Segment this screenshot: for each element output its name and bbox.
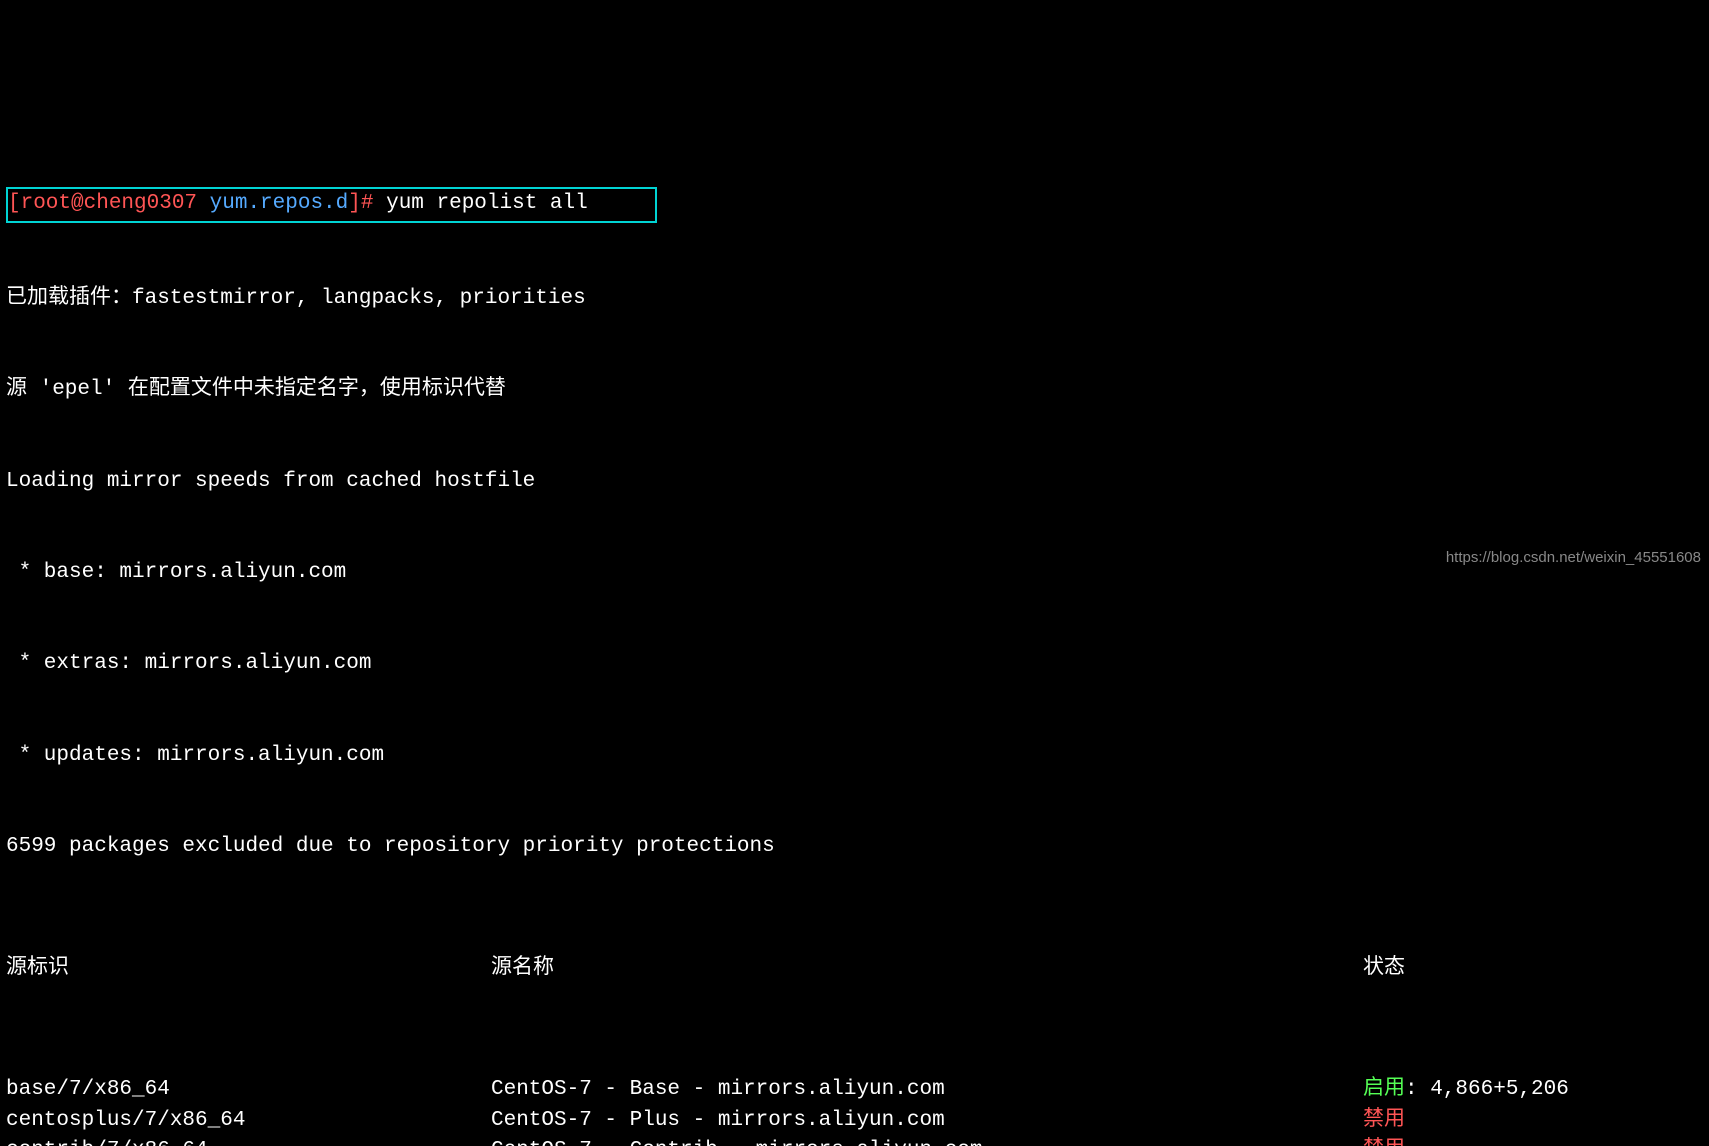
table-row: centosplus/7/x86_64CentOS-7 - Plus - mir… (6, 1106, 1703, 1136)
prompt-path: yum.repos.d (210, 192, 349, 215)
output-loading: Loading mirror speeds from cached hostfi… (6, 467, 1703, 497)
status-enabled-label: 启用 (1363, 1078, 1405, 1101)
repo-id: centosplus/7/x86_64 (6, 1106, 491, 1136)
status-disabled-label: 禁用 (1363, 1109, 1405, 1132)
output-mirror-updates: * updates: mirrors.aliyun.com (6, 741, 1703, 771)
prompt-symbol: # (361, 192, 374, 215)
command-highlight: [root@cheng0307 yum.repos.d]# yum repoli… (6, 187, 657, 223)
terminal-output: [root@cheng0307 yum.repos.d]# yum repoli… (6, 126, 1703, 1146)
prompt-bracket: ] (348, 192, 361, 215)
watermark: https://blog.csdn.net/weixin_45551608 (1446, 547, 1701, 569)
repo-status: 禁用 (1363, 1136, 1703, 1146)
output-epel-warning: 源 'epel' 在配置文件中未指定名字，使用标识代替 (6, 375, 1703, 405)
prompt-user-host: [root@cheng0307 (8, 192, 210, 215)
status-disabled-label: 禁用 (1363, 1139, 1405, 1146)
repo-count: : 4,866+5,206 (1405, 1078, 1569, 1101)
repo-status: 启用: 4,866+5,206 (1363, 1075, 1703, 1105)
table-row: contrib/7/x86_64CentOS-7 - Contrib - mir… (6, 1136, 1703, 1146)
output-plugins: 已加载插件：fastestmirror, langpacks, prioriti… (6, 284, 1703, 314)
output-excluded: 6599 packages excluded due to repository… (6, 832, 1703, 862)
prompt-line: [root@cheng0307 yum.repos.d]# yum repoli… (6, 187, 1703, 223)
command-text[interactable]: yum repolist all (373, 189, 650, 219)
repo-status: 禁用 (1363, 1106, 1703, 1136)
repo-name: CentOS-7 - Plus - mirrors.aliyun.com (491, 1106, 1363, 1136)
header-repo-id: 源标识 (6, 954, 491, 984)
repo-name: CentOS-7 - Base - mirrors.aliyun.com (491, 1075, 1363, 1105)
table-header: 源标识 源名称 状态 (6, 954, 1703, 984)
header-repo-name: 源名称 (491, 954, 1363, 984)
table-body: base/7/x86_64CentOS-7 - Base - mirrors.a… (6, 1075, 1703, 1146)
repo-id: contrib/7/x86_64 (6, 1136, 491, 1146)
table-row: base/7/x86_64CentOS-7 - Base - mirrors.a… (6, 1075, 1703, 1105)
header-status: 状态 (1363, 954, 1703, 984)
repo-id: base/7/x86_64 (6, 1075, 491, 1105)
repo-name: CentOS-7 - Contrib - mirrors.aliyun.com (491, 1136, 1363, 1146)
output-mirror-extras: * extras: mirrors.aliyun.com (6, 649, 1703, 679)
